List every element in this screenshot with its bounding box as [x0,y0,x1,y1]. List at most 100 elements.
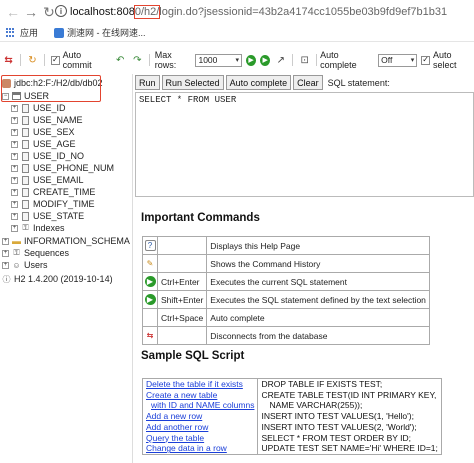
sample-links-cell: Delete the table if it exists Create a n… [141,378,259,455]
run-icon[interactable]: ▶ [245,54,257,66]
disconnect-icon[interactable]: ⇆ [3,54,14,66]
sample-link[interactable]: Query the table [146,433,254,444]
sample-code-line: NAME VARCHAR(255)); [269,400,363,411]
tree-column[interactable]: + USE_PHONE_NUM [11,162,114,174]
command-desc: Disconnects from the database [206,326,430,345]
indexes-icon: ⚿ [22,223,29,232]
column-icon [21,103,30,113]
sample-code-line: CREATE TABLE TEST(ID INT PRIMARY KEY, [261,389,437,400]
important-commands-title: Important Commands [141,212,260,224]
tree-column[interactable]: + USE_STATE [11,210,84,222]
run-button[interactable]: Run [135,75,160,90]
column-label: USE_AGE [33,139,76,149]
sample-link[interactable]: Create a new table [146,390,254,401]
sample-link[interactable]: Add another row [146,422,254,433]
users-icon: ☺ [12,260,21,270]
tree-column[interactable]: + USE_SEX [11,126,75,138]
url-rest: login.do?jsessionid=43b2a4174cc1055be03b… [159,6,448,18]
sample-link[interactable]: with ID and NAME columns [146,400,254,411]
info-icon: ⓘ [2,274,11,284]
column-icon [21,127,30,137]
command-desc: Displays this Help Page [206,236,430,255]
sample-link[interactable]: Change data in a row [146,443,254,454]
command-desc: Shows the Command History [206,254,430,273]
tree-indexes[interactable]: + ⚿ Indexes [11,222,65,234]
disconnect-db-icon[interactable]: ⊡ [299,54,310,66]
tree-sequences[interactable]: + ⚿ Sequences [2,247,69,259]
url-highlight: 0/h2/ [133,5,161,19]
run-selected-button[interactable]: Run Selected [161,75,224,90]
tree-column[interactable]: + USE_AGE [11,138,76,150]
commit-icon[interactable]: ↷ [132,54,143,66]
auto-complete-button[interactable]: Auto complete [225,75,292,90]
tree-column[interactable]: + CREATE_TIME [11,186,95,198]
refresh-icon[interactable]: ↻ [27,54,38,66]
toolbar-divider [292,54,294,66]
sample-script-title: Sample SQL Script [141,350,245,362]
empty-icon-cell [142,308,158,327]
table-row: ▶ Ctrl+Enter Executes the current SQL st… [142,272,430,291]
column-icon [21,211,30,221]
history-icon[interactable]: ↗ [275,54,286,66]
column-label: USE_SEX [33,127,75,137]
auto-select-checkbox[interactable]: ✓ [421,55,430,65]
toolbar-divider [148,54,150,66]
sample-code-line: SELECT * FROM TEST ORDER BY ID; [261,432,412,443]
sample-link[interactable]: Add a new row [146,411,254,422]
tree-users[interactable]: + ☺ Users [2,259,48,271]
url-field[interactable]: localhost:808 0/h2/login.do?jsessionid=43… [70,3,447,21]
sql-editor[interactable]: SELECT * FROM USER [135,92,474,197]
sample-code-line: UPDATE TEST SET NAME='Hi' WHERE ID=1; [261,443,438,454]
forward-arrow-icon[interactable]: → [22,3,40,21]
command-key: Ctrl+Enter [156,272,208,291]
toolbar-divider [44,54,45,66]
command-key: Shift+Enter [156,290,208,309]
bookmarks-bar: 应用 测速网 - 在线网速... [0,24,474,42]
help-icon[interactable]: ? [144,240,156,251]
tree-column[interactable]: + USE_EMAIL [11,174,84,186]
table-row: ✎ Shows the Command History [142,254,430,273]
command-desc: Executes the SQL statement defined by th… [206,290,430,309]
max-rows-value: 1000 [198,55,218,65]
indexes-label: Indexes [33,223,65,233]
sample-link[interactable]: Delete the table if it exists [146,379,254,390]
tree-schema[interactable]: + ▬ INFORMATION_SCHEMA [2,235,130,247]
command-desc: Auto complete [206,308,430,327]
command-key: Ctrl+Space [156,308,208,327]
table-row: Ctrl+Space Auto complete [142,308,430,327]
chevron-down-icon: ▾ [235,57,239,64]
column-icon [21,199,30,209]
auto-commit-checkbox[interactable]: ✓ [50,55,60,65]
tree-column[interactable]: + USE_ID_NO [11,150,84,162]
sql-statement-label: SQL statement: [327,77,390,88]
history-icon[interactable]: ✎ [145,258,156,269]
tree-column[interactable]: + USE_ID [11,102,66,114]
column-icon [21,115,30,125]
clear-button[interactable]: Clear [293,75,323,90]
apps-grid-icon [6,27,16,38]
version-text: ⓘ H2 1.4.200 (2019-10-14) [2,273,113,285]
back-arrow-icon[interactable]: ← [4,3,22,21]
sample-code-cell: DROP TABLE IF EXISTS TEST; CREATE TABLE … [257,378,442,455]
run-selected-icon[interactable]: ▶ [260,54,271,66]
tree-column[interactable]: + MODIFY_TIME [11,198,95,210]
tree-column[interactable]: + USE_NAME [11,114,83,126]
bookmark-speedtest[interactable]: 测速网 - 在线网速... [54,26,146,39]
browser-address-bar: ← → ↻ i localhost:808 0/h2/login.do?jsess… [0,0,474,24]
site-info-icon[interactable]: i [55,5,67,17]
auto-complete-select[interactable]: Off ▾ [378,53,418,67]
users-label: Users [24,260,48,270]
command-key [156,326,208,345]
rollback-icon[interactable]: ↶ [115,54,126,66]
column-label: USE_ID_NO [33,151,85,161]
sample-script-table: Delete the table if it exists Create a n… [141,378,442,455]
sample-code-line: DROP TABLE IF EXISTS TEST; [261,379,383,389]
table-row: ? Displays this Help Page [142,236,430,255]
max-rows-select[interactable]: 1000 ▾ [195,53,242,67]
disconnect-icon[interactable]: ⇆ [145,330,156,341]
column-label: CREATE_TIME [33,187,96,197]
run-selected-icon[interactable]: ▶ [144,294,156,305]
run-icon[interactable]: ▶ [144,276,156,287]
commands-table: ? Displays this Help Page ✎ Shows the Co… [142,236,430,345]
bookmark-apps[interactable]: 应用 [6,26,38,39]
